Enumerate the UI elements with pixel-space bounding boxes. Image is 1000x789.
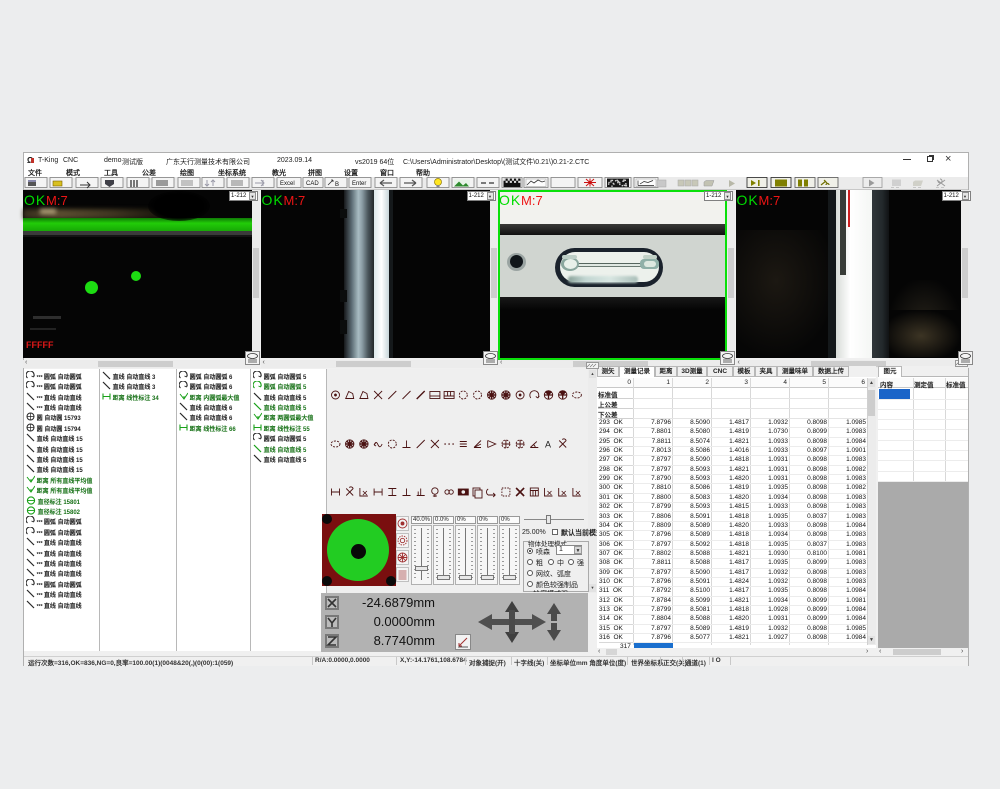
svg-text:A: A: [545, 440, 551, 450]
svg-text:B: B: [335, 182, 339, 188]
svg-text:Enter: Enter: [352, 181, 366, 187]
svg-text:Excel: Excel: [280, 181, 295, 187]
svg-text:CAD: CAD: [306, 181, 319, 187]
